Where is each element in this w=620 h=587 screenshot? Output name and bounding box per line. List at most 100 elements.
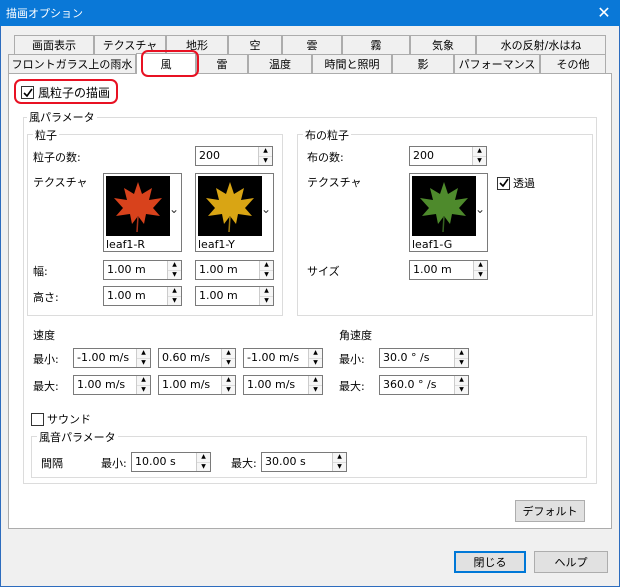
- down-arrow-icon[interactable]: ▼: [137, 357, 150, 367]
- down-arrow-icon[interactable]: ▼: [137, 384, 150, 394]
- spinner-arrows[interactable]: ▲ ▼: [332, 453, 346, 471]
- down-arrow-icon[interactable]: ▼: [168, 295, 181, 305]
- down-arrow-icon[interactable]: ▼: [259, 155, 272, 165]
- angular-min-label: 最小:: [339, 353, 365, 366]
- up-arrow-icon[interactable]: ▲: [137, 376, 150, 385]
- interval-min-label: 最小:: [101, 457, 127, 470]
- up-arrow-icon[interactable]: ▲: [259, 147, 272, 156]
- down-arrow-icon[interactable]: ▼: [473, 155, 486, 165]
- down-arrow-icon[interactable]: ▼: [260, 295, 273, 305]
- tab-sky[interactable]: 空: [228, 35, 282, 54]
- up-arrow-icon[interactable]: ▲: [455, 376, 468, 385]
- cloth-size-input[interactable]: 1.00 m ▲ ▼: [409, 260, 488, 280]
- speed-min-input-3[interactable]: -1.00 m/s ▲ ▼: [243, 348, 323, 368]
- up-arrow-icon[interactable]: ▲: [309, 376, 322, 385]
- spinner-arrows[interactable]: ▲ ▼: [196, 453, 210, 471]
- texture-picker-green[interactable]: ⌄ leaf1-G: [409, 173, 488, 252]
- speed-max-input-3[interactable]: 1.00 m/s ▲ ▼: [243, 375, 323, 395]
- tab-cloud[interactable]: 雲: [282, 35, 342, 54]
- tab-thunder[interactable]: 雷: [196, 54, 248, 73]
- spinner-arrows[interactable]: ▲ ▼: [473, 261, 487, 279]
- spinner-arrows[interactable]: ▲ ▼: [454, 349, 468, 367]
- down-arrow-icon[interactable]: ▼: [474, 269, 487, 279]
- up-arrow-icon[interactable]: ▲: [309, 349, 322, 358]
- tab-weather[interactable]: 気象: [410, 35, 476, 54]
- spinner-arrows[interactable]: ▲ ▼: [308, 376, 322, 394]
- transparent-toggle[interactable]: 透過: [497, 175, 535, 191]
- tab-water-reflection[interactable]: 水の反射/水はね: [476, 35, 606, 54]
- speed-min-input-1[interactable]: -1.00 m/s ▲ ▼: [73, 348, 151, 368]
- interval-label: 間隔: [41, 457, 63, 470]
- tab-time-lighting[interactable]: 時間と照明: [312, 54, 392, 73]
- up-arrow-icon[interactable]: ▲: [333, 453, 346, 462]
- tab-other[interactable]: その他: [540, 54, 606, 73]
- cloth-count-input[interactable]: 200 ▲ ▼: [409, 146, 487, 166]
- width-input-1[interactable]: 1.00 m ▲ ▼: [103, 260, 182, 280]
- speed-min-input-2[interactable]: 0.60 m/s ▲ ▼: [158, 348, 236, 368]
- spinner-arrows[interactable]: ▲ ▼: [259, 287, 273, 305]
- texture-picker-yellow[interactable]: ⌄ leaf1-Y: [195, 173, 274, 252]
- height-input-2[interactable]: 1.00 m ▲ ▼: [195, 286, 274, 306]
- tab-fog[interactable]: 霧: [342, 35, 410, 54]
- tab-temperature[interactable]: 温度: [248, 54, 312, 73]
- sound-toggle[interactable]: サウンド: [31, 411, 91, 427]
- default-button[interactable]: デフォルト: [515, 500, 585, 522]
- up-arrow-icon[interactable]: ▲: [137, 349, 150, 358]
- spinner-arrows[interactable]: ▲ ▼: [136, 376, 150, 394]
- up-arrow-icon[interactable]: ▲: [455, 349, 468, 358]
- particle-count-input[interactable]: 200 ▲ ▼: [195, 146, 273, 166]
- angular-min-input[interactable]: 30.0 ° /s ▲ ▼: [379, 348, 469, 368]
- down-arrow-icon[interactable]: ▼: [309, 384, 322, 394]
- down-arrow-icon[interactable]: ▼: [455, 357, 468, 367]
- speed-max-input-1[interactable]: 1.00 m/s ▲ ▼: [73, 375, 151, 395]
- spinner-arrows[interactable]: ▲ ▼: [221, 349, 235, 367]
- close-button[interactable]: 閉じる: [454, 551, 526, 573]
- spinner-arrows[interactable]: ▲ ▼: [259, 261, 273, 279]
- down-arrow-icon[interactable]: ▼: [222, 357, 235, 367]
- tab-windshield-rain[interactable]: フロントガラス上の雨水: [8, 54, 136, 73]
- transparent-checkbox[interactable]: [497, 176, 510, 190]
- texture-name: leaf1-R: [106, 238, 146, 251]
- down-arrow-icon[interactable]: ▼: [222, 384, 235, 394]
- up-arrow-icon[interactable]: ▲: [197, 453, 210, 462]
- close-icon[interactable]: ✕: [594, 2, 614, 22]
- help-button[interactable]: ヘルプ: [534, 551, 608, 573]
- chevron-down-icon[interactable]: ⌄: [261, 202, 271, 216]
- sound-checkbox[interactable]: [31, 412, 44, 426]
- down-arrow-icon[interactable]: ▼: [197, 461, 210, 471]
- up-arrow-icon[interactable]: ▲: [168, 287, 181, 296]
- spinner-arrows[interactable]: ▲ ▼: [221, 376, 235, 394]
- up-arrow-icon[interactable]: ▲: [473, 147, 486, 156]
- tab-performance[interactable]: パフォーマンス: [454, 54, 540, 73]
- width-input-2[interactable]: 1.00 m ▲ ▼: [195, 260, 274, 280]
- height-input-1[interactable]: 1.00 m ▲ ▼: [103, 286, 182, 306]
- tab-display[interactable]: 画面表示: [14, 35, 94, 54]
- spinner-arrows[interactable]: ▲ ▼: [136, 349, 150, 367]
- down-arrow-icon[interactable]: ▼: [333, 461, 346, 471]
- down-arrow-icon[interactable]: ▼: [168, 269, 181, 279]
- up-arrow-icon[interactable]: ▲: [222, 376, 235, 385]
- down-arrow-icon[interactable]: ▼: [309, 357, 322, 367]
- spinner-arrows[interactable]: ▲ ▼: [308, 349, 322, 367]
- up-arrow-icon[interactable]: ▲: [222, 349, 235, 358]
- chevron-down-icon[interactable]: ⌄: [475, 202, 485, 216]
- up-arrow-icon[interactable]: ▲: [168, 261, 181, 270]
- spinner-arrows[interactable]: ▲ ▼: [167, 261, 181, 279]
- up-arrow-icon[interactable]: ▲: [260, 261, 273, 270]
- spinner-arrows[interactable]: ▲ ▼: [454, 376, 468, 394]
- chevron-down-icon[interactable]: ⌄: [169, 202, 179, 216]
- up-arrow-icon[interactable]: ▲: [260, 287, 273, 296]
- interval-min-input[interactable]: 10.00 s ▲ ▼: [131, 452, 211, 472]
- up-arrow-icon[interactable]: ▲: [474, 261, 487, 270]
- spinner-arrows[interactable]: ▲ ▼: [167, 287, 181, 305]
- angular-max-input[interactable]: 360.0 ° /s ▲ ▼: [379, 375, 469, 395]
- speed-max-input-2[interactable]: 1.00 m/s ▲ ▼: [158, 375, 236, 395]
- down-arrow-icon[interactable]: ▼: [455, 384, 468, 394]
- down-arrow-icon[interactable]: ▼: [260, 269, 273, 279]
- texture-picker-red[interactable]: ⌄ leaf1-R: [103, 173, 182, 252]
- tab-shadow[interactable]: 影: [392, 54, 454, 73]
- tab-label: 時間と照明: [324, 58, 380, 71]
- interval-max-input[interactable]: 30.00 s ▲ ▼: [261, 452, 347, 472]
- spinner-arrows[interactable]: ▲ ▼: [258, 147, 272, 165]
- spinner-arrows[interactable]: ▲ ▼: [472, 147, 486, 165]
